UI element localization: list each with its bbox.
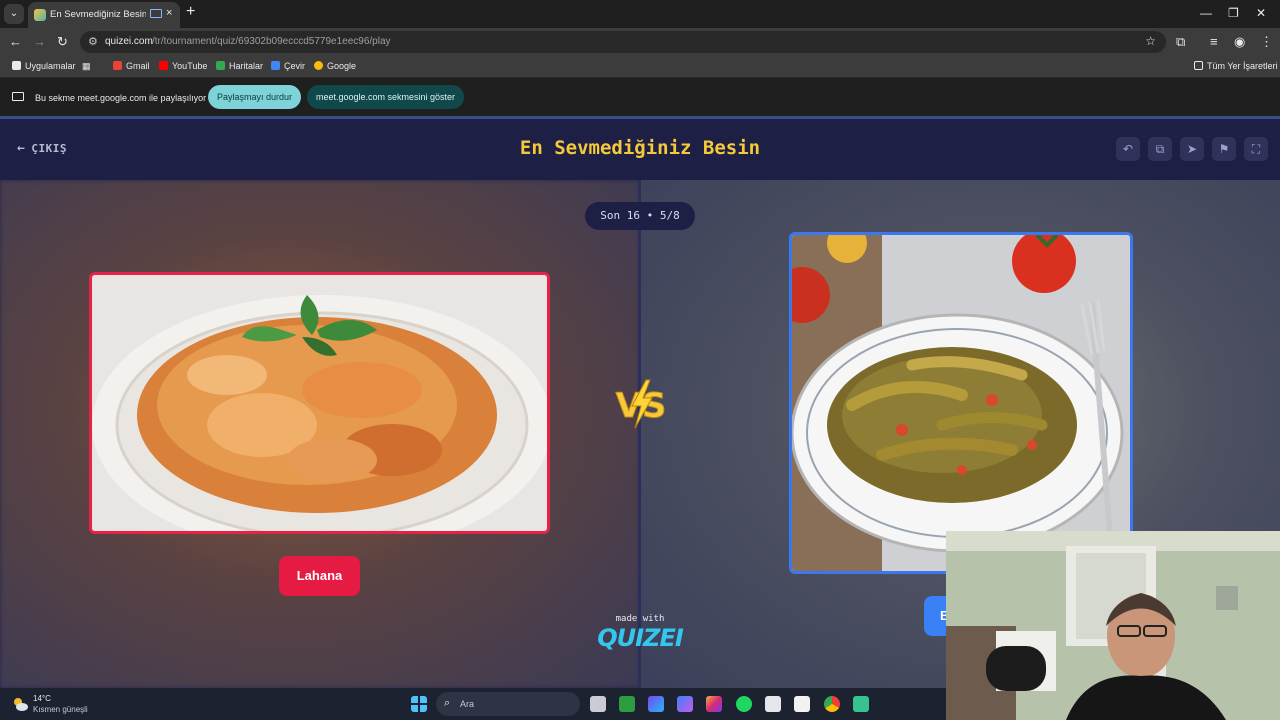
round-indicator: Son 16 • 5/8 xyxy=(585,202,695,230)
exit-button[interactable]: ← ÇIKIŞ xyxy=(17,141,67,156)
left-choice-image[interactable] xyxy=(89,272,550,534)
tab-sharing-bar: Bu sekme meet.google.com ile paylaşılıyo… xyxy=(0,79,1280,116)
google-icon xyxy=(314,61,323,70)
center-divider xyxy=(638,180,641,688)
capcut-icon[interactable] xyxy=(794,696,810,712)
youtube-icon xyxy=(159,61,168,70)
screen-share-indicator-icon xyxy=(150,9,162,18)
profile-avatar-icon[interactable]: ◉ xyxy=(1234,34,1245,50)
sharing-message: Bu sekme meet.google.com ile paylaşılıyo… xyxy=(35,93,207,103)
temperature: 14°C xyxy=(33,694,51,703)
folder-icon xyxy=(1194,61,1203,70)
okra-dish-image xyxy=(792,235,1130,571)
fullscreen-icon[interactable]: ⛶ xyxy=(1244,137,1268,161)
copilot-icon[interactable] xyxy=(677,696,693,712)
tab-title: En Sevmediğiniz Besin - Tie xyxy=(50,9,146,20)
apps-grid-icon xyxy=(12,61,21,70)
translate-icon xyxy=(271,61,280,70)
search-icon: ⌕ xyxy=(444,697,451,709)
left-choice-label[interactable]: Lahana xyxy=(279,556,360,596)
whatsapp-icon[interactable] xyxy=(853,696,869,712)
quizei-favicon-icon xyxy=(34,9,46,21)
site-info-icon[interactable]: ⚙ xyxy=(88,35,98,48)
right-choice-image[interactable] xyxy=(789,232,1133,574)
windows-taskbar: 14°C Kısmen güneşli ⌕ Ara xyxy=(0,688,946,720)
restore-button[interactable]: ❐ xyxy=(1228,6,1239,20)
stop-sharing-button[interactable]: Paylaşmayı durdur xyxy=(208,85,301,109)
google-apps-grid-icon[interactable]: ▦ xyxy=(82,61,91,72)
forward-arrow-icon[interactable]: → xyxy=(33,34,46,49)
bookmark-maps[interactable]: Haritalar xyxy=(216,61,263,71)
extensions-icon[interactable]: ⧉ xyxy=(1176,34,1185,50)
reload-icon[interactable]: ↻ xyxy=(57,34,68,50)
cabbage-dish-image xyxy=(92,275,547,531)
active-tab[interactable]: En Sevmediğiniz Besin - Tie × xyxy=(28,2,180,28)
navigation-bar: ← → ↻ ⚙ quizei.com /tr/tournament/quiz/6… xyxy=(0,28,1280,56)
bookmarks-bar: Uygulamalar ▦ Gmail YouTube Haritalar Çe… xyxy=(0,56,1280,78)
windows-start-icon[interactable] xyxy=(411,696,427,712)
bookmark-apps[interactable]: Uygulamalar xyxy=(12,61,76,71)
bookmark-youtube[interactable]: YouTube xyxy=(159,61,207,71)
undo-icon[interactable]: ↶ xyxy=(1116,137,1140,161)
screen-share-icon xyxy=(12,92,24,101)
vs-lightning-icon: VS xyxy=(615,379,667,429)
browser-tab-strip: ⌄ En Sevmediğiniz Besin - Tie × + — ❐ ✕ xyxy=(0,0,1280,28)
webcam-person-image xyxy=(946,531,1280,720)
close-window-button[interactable]: ✕ xyxy=(1256,6,1266,20)
url-path: /tr/tournament/quiz/69302b09ecccd5779e1e… xyxy=(152,36,391,47)
menu-kebab-icon[interactable]: ⋮ xyxy=(1260,34,1273,50)
microsoft-365-icon[interactable] xyxy=(648,696,664,712)
xbox-icon[interactable] xyxy=(619,696,635,712)
minimize-button[interactable]: — xyxy=(1200,6,1212,20)
bookmark-star-icon[interactable]: ☆ xyxy=(1145,34,1156,48)
bookmark-translate[interactable]: Çevir xyxy=(271,61,305,71)
microsoft-store-icon[interactable] xyxy=(765,696,781,712)
chrome-icon[interactable] xyxy=(824,696,840,712)
taskbar-search[interactable]: ⌕ Ara xyxy=(436,692,580,716)
url-host: quizei.com xyxy=(105,36,153,47)
back-arrow-icon[interactable]: ← xyxy=(9,34,22,49)
new-tab-button[interactable]: + xyxy=(186,3,195,21)
all-bookmarks[interactable]: Tüm Yer İşaretleri xyxy=(1194,61,1278,71)
webcam-overlay xyxy=(946,531,1280,720)
made-with-label: made with xyxy=(615,614,665,624)
quiz-header: ← ÇIKIŞ En Sevmediğiniz Besin ↶ ⧉ ➤ ⚑ ⛶ xyxy=(0,116,1280,180)
share-send-icon[interactable]: ➤ xyxy=(1180,137,1204,161)
bookmark-gmail[interactable]: Gmail xyxy=(113,61,150,71)
copy-link-icon[interactable]: ⧉ xyxy=(1148,137,1172,161)
report-flag-icon[interactable]: ⚑ xyxy=(1212,137,1236,161)
media-control-icon[interactable]: ≡ xyxy=(1210,34,1218,49)
instagram-icon[interactable] xyxy=(706,696,722,712)
partly-sunny-icon[interactable] xyxy=(12,696,28,712)
back-arrow-icon: ← xyxy=(17,141,26,156)
close-tab-icon[interactable]: × xyxy=(166,7,172,19)
bookmark-google[interactable]: Google xyxy=(314,61,356,71)
quiz-title: En Sevmediğiniz Besin xyxy=(519,137,761,159)
address-bar[interactable]: ⚙ quizei.com /tr/tournament/quiz/69302b0… xyxy=(80,31,1166,53)
gmail-icon xyxy=(113,61,122,70)
quizei-logo[interactable]: QUIZEI xyxy=(590,624,690,652)
show-meet-tab-button[interactable]: meet.google.com sekmesini göster xyxy=(307,85,464,109)
tab-search-chevron-icon[interactable]: ⌄ xyxy=(4,4,24,24)
weather-description: Kısmen güneşli xyxy=(33,705,88,714)
maps-icon xyxy=(216,61,225,70)
search-label: Ara xyxy=(460,699,475,709)
task-view-icon[interactable] xyxy=(590,696,606,712)
spotify-icon[interactable] xyxy=(736,696,752,712)
exit-label: ÇIKIŞ xyxy=(31,142,67,155)
